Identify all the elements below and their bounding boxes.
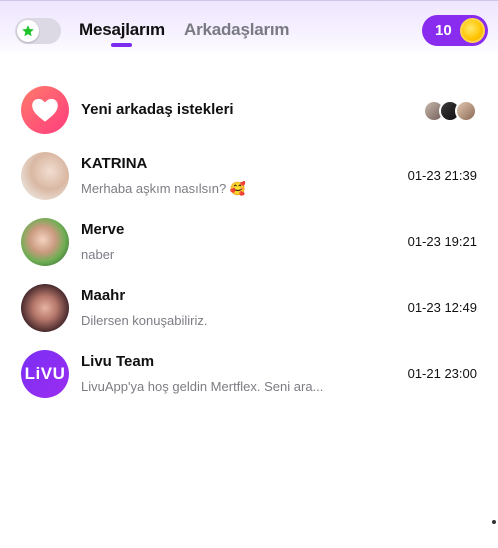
- active-tab-indicator: [111, 43, 132, 47]
- contact-name: Maahr: [81, 287, 126, 304]
- corner-dot: [492, 520, 496, 524]
- avatar: [21, 152, 69, 200]
- message-preview: Dilersen konuşabiliriz.: [81, 313, 208, 328]
- friend-requests-label: Yeni arkadaş istekleri: [81, 101, 234, 118]
- friend-requests-row[interactable]: Yeni arkadaş istekleri: [0, 86, 498, 134]
- conversation-row[interactable]: Merve naber 01-23 19:21: [0, 209, 498, 275]
- avatar: [455, 100, 477, 122]
- conversation-row[interactable]: KATRINA Merhaba aşkım nasılsın? 🥰 01-23 …: [0, 143, 498, 209]
- avatar: [21, 218, 69, 266]
- star-toggle[interactable]: [15, 18, 61, 44]
- top-bar: Mesajlarım Arkadaşlarım 10: [0, 0, 498, 58]
- contact-name: KATRINA: [81, 155, 148, 172]
- livu-logo-avatar: LiVU: [21, 350, 69, 398]
- tab-messages[interactable]: Mesajlarım: [79, 20, 165, 40]
- tab-friends[interactable]: Arkadaşlarım: [184, 20, 290, 40]
- message-time: 01-23 12:49: [407, 300, 477, 315]
- message-time: 01-21 23:00: [407, 366, 477, 381]
- conversation-row[interactable]: LiVU Livu Team LivuApp'ya hoş geldin Mer…: [0, 341, 498, 407]
- coin-icon: [460, 18, 485, 43]
- requester-avatars: [423, 100, 479, 122]
- message-preview: Merhaba aşkım nasılsın? 🥰: [81, 181, 247, 196]
- avatar: [21, 284, 69, 332]
- message-time: 01-23 21:39: [407, 168, 477, 183]
- coin-count: 10: [435, 22, 452, 39]
- message-preview: LivuApp'ya hoş geldin Mertflex. Seni ara…: [81, 379, 324, 394]
- message-time: 01-23 19:21: [407, 234, 477, 249]
- conversation-row[interactable]: Maahr Dilersen konuşabiliriz. 01-23 12:4…: [0, 275, 498, 341]
- star-icon: [17, 20, 39, 42]
- coin-balance-button[interactable]: 10: [422, 15, 488, 46]
- message-preview: naber: [81, 247, 115, 262]
- contact-name: Livu Team: [81, 353, 155, 370]
- heart-icon: [21, 86, 69, 134]
- contact-name: Merve: [81, 221, 125, 238]
